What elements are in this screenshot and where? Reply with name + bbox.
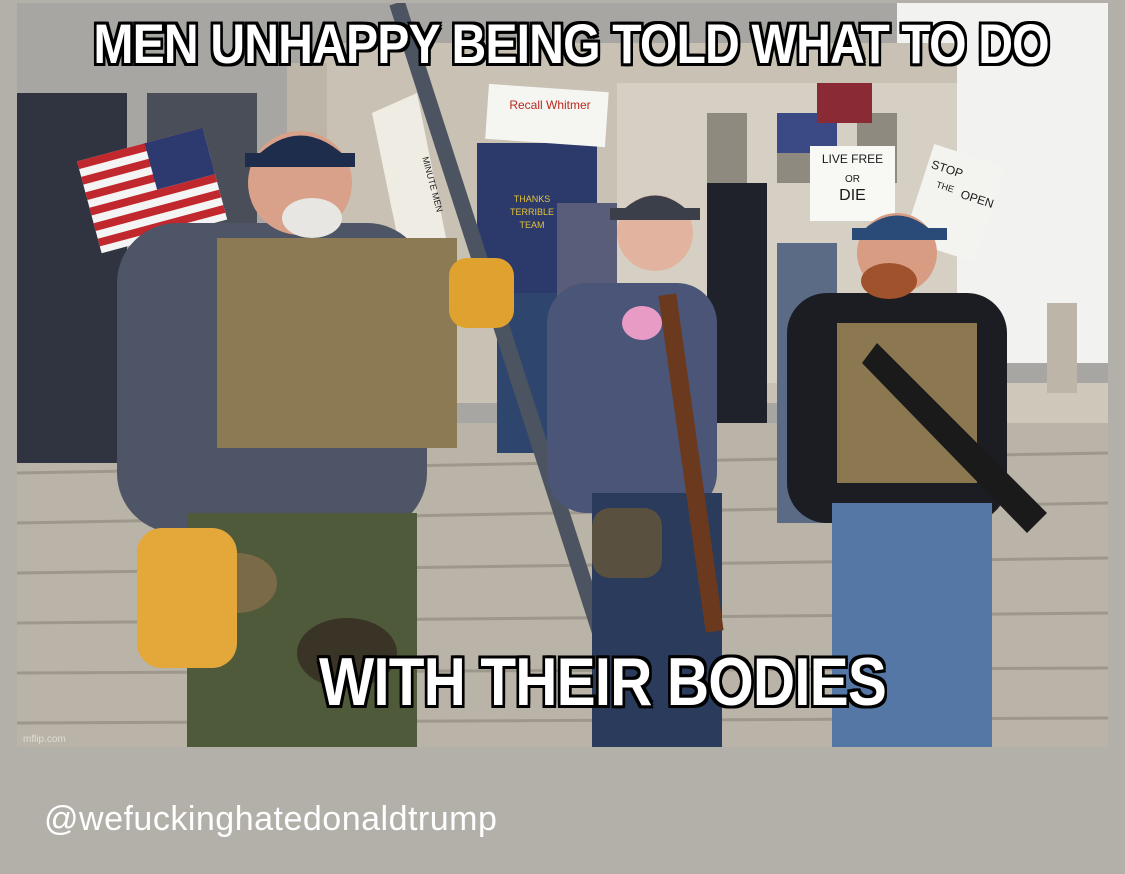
meme-photo-illustration	[17, 3, 1108, 747]
recall-sign-text: Recall Whitmer	[509, 98, 591, 112]
post-frame: Recall Whitmer LIVE FREE OR DIE STOP THE…	[0, 0, 1125, 874]
author-handle[interactable]: @wefuckinghatedonaldtrump	[44, 800, 497, 839]
live-free-sign-line3: DIE	[839, 187, 866, 204]
live-free-sign-line1: LIVE FREE	[821, 152, 884, 166]
watermark: mflip.com	[23, 734, 66, 745]
shirt-text: THANKS TERRIBLE TEAM	[509, 194, 554, 230]
meme-top-caption: MEN UNHAPPY BEING TOLD WHAT TO DO	[93, 11, 1051, 76]
live-free-sign-line2: OR	[845, 174, 860, 185]
meme-bottom-caption: WITH THEIR BODIES	[318, 643, 888, 721]
meme-image: Recall Whitmer LIVE FREE OR DIE STOP THE…	[17, 3, 1108, 747]
